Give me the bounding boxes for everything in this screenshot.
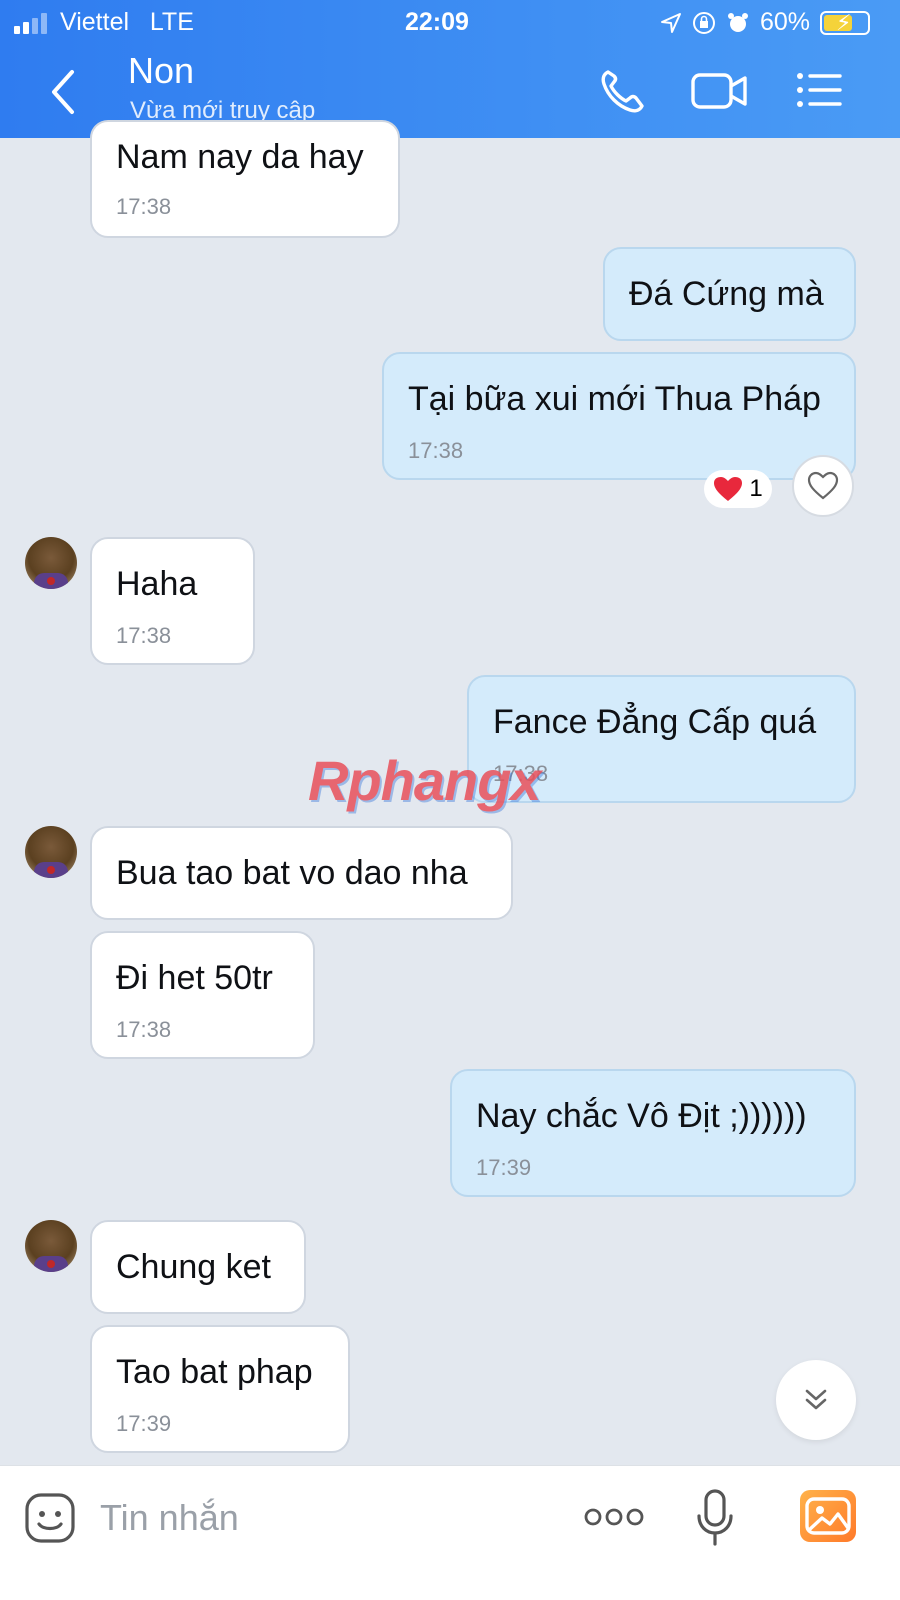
status-bar: Viettel LTE 22:09 60% ⚡ xyxy=(0,8,900,38)
message-bubble-incoming[interactable]: Tao bat phap 17:39 xyxy=(90,1325,350,1453)
message-text: Tại bữa xui mới Thua Pháp xyxy=(408,380,821,418)
message-bubble-incoming[interactable]: Đi het 50tr 17:38 xyxy=(90,931,315,1059)
message-input[interactable] xyxy=(100,1492,540,1544)
message-time: 17:38 xyxy=(408,438,464,463)
message-time: 17:39 xyxy=(476,1155,532,1180)
reaction-count: 1 xyxy=(749,475,763,502)
scroll-to-bottom-button[interactable] xyxy=(776,1360,856,1440)
message-text: Nay chắc Vô Địt ;)))))) xyxy=(476,1097,807,1135)
message-text: Haha xyxy=(116,565,198,603)
list-menu-icon xyxy=(797,73,842,107)
chevron-left-icon xyxy=(52,70,74,114)
clock: 22:09 xyxy=(405,8,469,36)
message-text: Tao bat phap xyxy=(116,1353,313,1391)
more-options-button[interactable] xyxy=(584,1502,644,1532)
message-text: Nam nay da hay xyxy=(116,138,364,176)
contact-name[interactable]: Non xyxy=(128,50,194,92)
sticker-button[interactable] xyxy=(24,1492,76,1544)
video-camera-icon xyxy=(691,73,747,109)
more-dots-icon xyxy=(584,1508,644,1526)
message-bubble-outgoing[interactable]: Đá Cứng mà xyxy=(603,247,856,341)
chat-menu-button[interactable] xyxy=(790,66,846,116)
watermark: Rphangx xyxy=(308,749,542,812)
message-bubble-outgoing[interactable]: Nay chắc Vô Địt ;)))))) 17:39 xyxy=(450,1069,856,1197)
heart-outline-icon xyxy=(807,471,839,500)
message-time: 17:39 xyxy=(116,1411,172,1436)
message-bubble-incoming[interactable]: Nam nay da hay 17:38 xyxy=(90,120,400,238)
rotation-lock-icon xyxy=(692,11,715,34)
contact-avatar[interactable] xyxy=(25,826,77,878)
battery-icon: ⚡ xyxy=(820,10,870,35)
reaction-badge[interactable]: 1 xyxy=(704,470,772,508)
message-bubble-incoming[interactable]: Haha 17:38 xyxy=(90,537,255,665)
sticker-smile-icon xyxy=(25,1493,75,1543)
contact-avatar[interactable] xyxy=(25,537,77,589)
microphone-icon xyxy=(697,1489,733,1546)
message-bubble-outgoing[interactable]: Tại bữa xui mới Thua Pháp 17:38 xyxy=(382,352,856,480)
voice-call-button[interactable] xyxy=(596,66,652,116)
message-bubble-incoming[interactable]: Chung ket xyxy=(90,1220,306,1314)
message-time: 17:38 xyxy=(116,194,172,219)
carrier-label: Viettel LTE xyxy=(60,8,194,36)
alarm-icon xyxy=(727,12,748,32)
react-button[interactable] xyxy=(792,455,854,517)
red-heart-icon xyxy=(714,477,743,501)
voice-message-button[interactable] xyxy=(694,1488,736,1548)
message-composer xyxy=(0,1465,900,1600)
message-text: Đi het 50tr xyxy=(116,959,273,997)
message-text: Chung ket xyxy=(116,1248,271,1286)
chat-header: Viettel LTE 22:09 60% ⚡ Non Vừa mới truy… xyxy=(0,0,900,138)
message-text: Fance Đẳng Cấp quá xyxy=(493,703,817,741)
contact-avatar[interactable] xyxy=(25,1220,77,1272)
message-text: Đá Cứng mà xyxy=(629,275,824,313)
double-chevron-down-icon xyxy=(805,1389,827,1410)
message-time: 17:38 xyxy=(116,1017,172,1042)
message-time: 17:38 xyxy=(116,623,172,648)
message-bubble-incoming[interactable]: Bua tao bat vo dao nha xyxy=(90,826,513,920)
message-text: Bua tao bat vo dao nha xyxy=(116,854,468,892)
location-icon xyxy=(660,12,681,33)
phone-icon xyxy=(601,70,644,113)
status-icons: 60% ⚡ xyxy=(660,8,870,37)
image-icon xyxy=(805,1497,851,1535)
battery-percent: 60% xyxy=(759,8,810,36)
signal-icon xyxy=(14,12,47,34)
photo-gallery-button[interactable] xyxy=(800,1490,856,1542)
back-button[interactable] xyxy=(40,62,90,122)
video-call-button[interactable] xyxy=(690,66,747,116)
